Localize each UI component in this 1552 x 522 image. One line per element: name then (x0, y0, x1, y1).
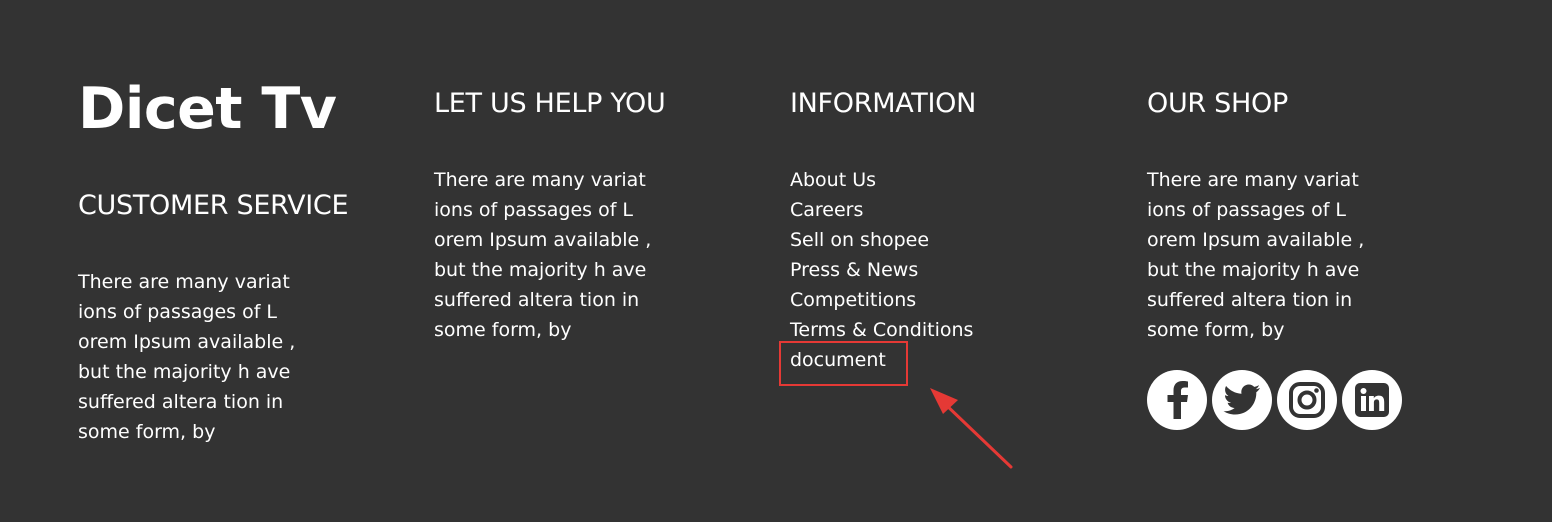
link-about-us[interactable]: About Us (790, 165, 973, 195)
link-careers[interactable]: Careers (790, 195, 973, 225)
highlight-box (779, 341, 908, 386)
help-text: There are many variat ions of passages o… (434, 169, 652, 341)
link-press-news[interactable]: Press & News (790, 255, 973, 285)
shop-heading: OUR SHOP (1147, 88, 1288, 119)
linkedin-icon[interactable] (1342, 370, 1402, 430)
help-heading: LET US HELP YOU (434, 88, 666, 119)
shop-text: There are many variat ions of passages o… (1147, 169, 1365, 341)
twitter-icon[interactable] (1212, 370, 1272, 430)
facebook-icon[interactable] (1147, 370, 1207, 430)
link-competitions[interactable]: Competitions (790, 285, 973, 315)
brand-logo[interactable]: Dicet Tv (78, 78, 337, 140)
social-links (1147, 370, 1402, 430)
link-sell-on-shopee[interactable]: Sell on shopee (790, 225, 973, 255)
site-footer: Dicet Tv CUSTOMER SERVICE There are many… (0, 0, 1552, 522)
information-heading: INFORMATION (790, 88, 976, 119)
customer-service-text: There are many variat ions of passages o… (78, 271, 296, 443)
customer-service-heading: CUSTOMER SERVICE (78, 190, 349, 221)
instagram-icon[interactable] (1277, 370, 1337, 430)
